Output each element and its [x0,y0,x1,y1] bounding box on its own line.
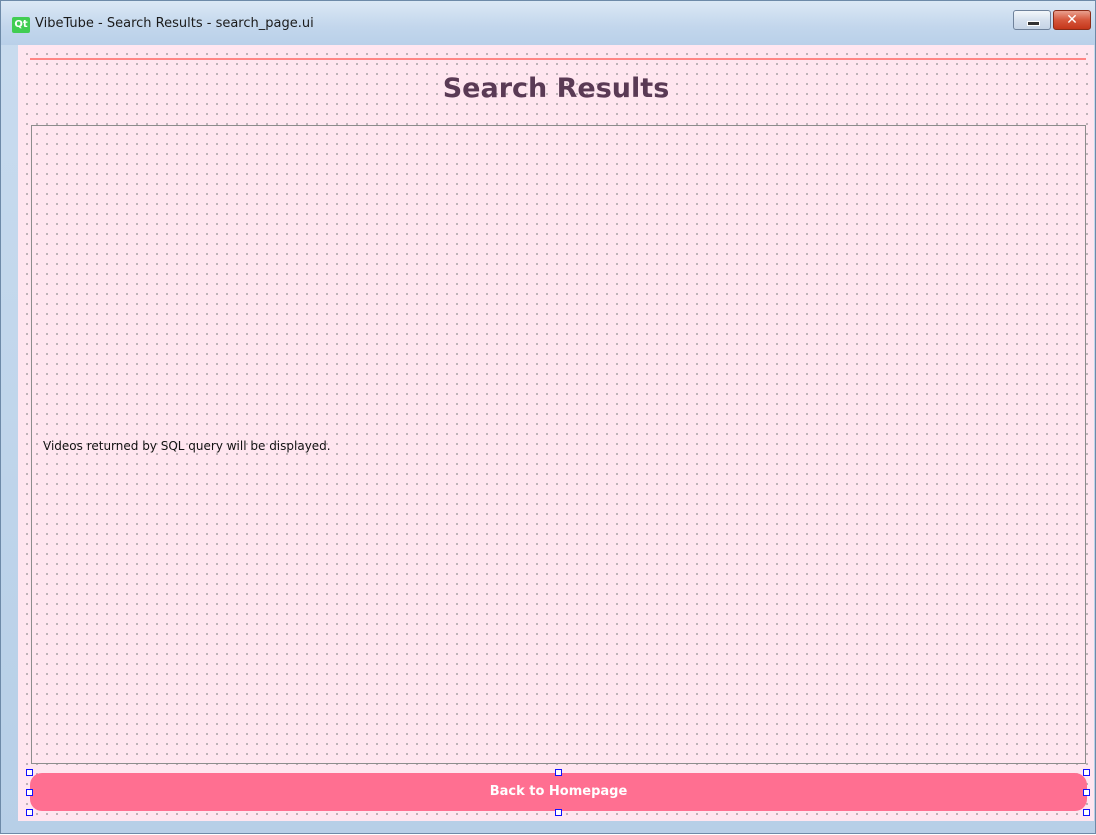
header-divider [30,58,1086,60]
resize-handle-top-right[interactable] [1083,769,1090,776]
form-canvas: Search Results Videos returned by SQL qu… [18,45,1094,821]
resize-handle-top-center[interactable] [555,769,562,776]
resize-handle-top-left[interactable] [26,769,33,776]
close-icon: ✕ [1066,12,1078,28]
window-bottom-border [18,821,1094,835]
qt-logo-icon: Qt [12,17,30,33]
resize-handle-bottom-right[interactable] [1083,809,1090,816]
minimize-button[interactable] [1013,10,1051,30]
designer-window: Qt VibeTube - Search Results - search_pa… [0,0,1096,834]
page-title: Search Results [442,73,670,104]
results-placeholder-label: Videos returned by SQL query will be dis… [43,439,331,453]
minimize-icon [1027,21,1040,26]
resize-handle-bottom-left[interactable] [26,809,33,816]
resize-handle-middle-left[interactable] [26,789,33,796]
title-bar[interactable]: Qt VibeTube - Search Results - search_pa… [1,1,1095,45]
back-to-homepage-button[interactable]: Back to Homepage [30,773,1087,811]
close-button[interactable]: ✕ [1053,10,1091,30]
window-title: VibeTube - Search Results - search_page.… [35,16,314,31]
results-frame[interactable]: Videos returned by SQL query will be dis… [31,125,1086,764]
resize-handle-middle-right[interactable] [1083,789,1090,796]
resize-handle-bottom-center[interactable] [555,809,562,816]
